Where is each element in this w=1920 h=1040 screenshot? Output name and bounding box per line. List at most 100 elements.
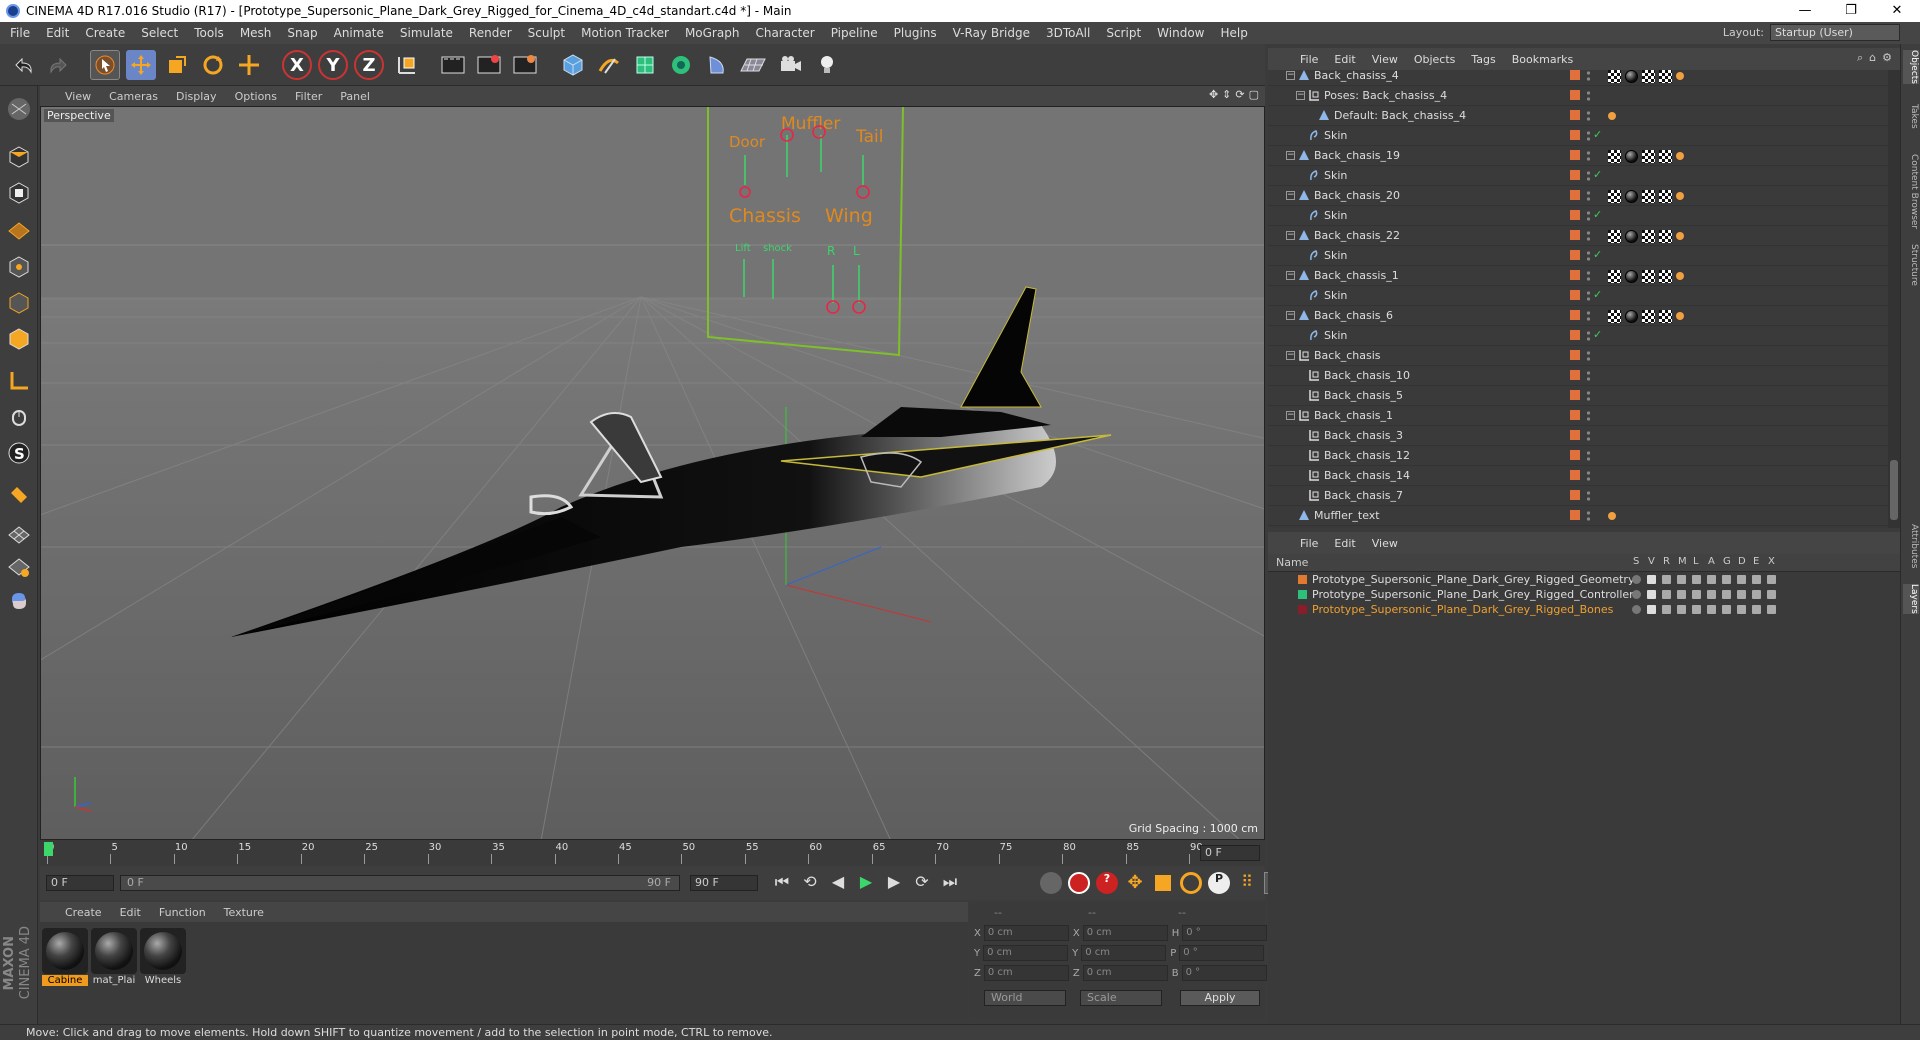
- object-menu-bookmarks[interactable]: Bookmarks: [1504, 53, 1581, 66]
- apply-button[interactable]: Apply: [1180, 990, 1260, 1006]
- object-row[interactable]: Muffler_text: [1268, 506, 1898, 526]
- enabled-check-icon[interactable]: ✓: [1593, 328, 1602, 341]
- record-position-icon[interactable]: [1040, 872, 1062, 894]
- texture-tag-icon[interactable]: [1642, 70, 1655, 83]
- layer-column-header[interactable]: L: [1693, 556, 1699, 567]
- enabled-check-icon[interactable]: ✓: [1593, 208, 1602, 221]
- layer-lock-icon[interactable]: [1692, 605, 1701, 614]
- play-icon[interactable]: ▶: [854, 872, 878, 894]
- scale-key-icon[interactable]: [1152, 872, 1174, 894]
- layer-solo-icon[interactable]: [1632, 590, 1641, 599]
- visibility-dots-icon[interactable]: [1586, 149, 1591, 163]
- layer-visible-icon[interactable]: [1647, 590, 1656, 599]
- layer-color-swatch[interactable]: [1570, 310, 1580, 320]
- visibility-dots-icon[interactable]: [1586, 169, 1591, 183]
- object-row[interactable]: − Back_chasiss_4: [1268, 70, 1898, 86]
- magnet-button[interactable]: [4, 480, 34, 510]
- object-row[interactable]: − Back_chassis_1: [1268, 266, 1898, 286]
- workplane-button[interactable]: [4, 214, 34, 244]
- x-axis-button[interactable]: X: [282, 50, 312, 80]
- points-mode-button[interactable]: [4, 252, 34, 282]
- object-row[interactable]: Skin ✓: [1268, 126, 1898, 146]
- visibility-dots-icon[interactable]: [1586, 289, 1591, 303]
- camera-button[interactable]: [776, 50, 806, 80]
- control-label-shock[interactable]: shock: [763, 243, 792, 254]
- previous-frame-icon[interactable]: ◀: [826, 872, 850, 894]
- object-row[interactable]: − Back_chasis_22: [1268, 226, 1898, 246]
- viewport-menu-panel[interactable]: Panel: [331, 90, 379, 103]
- layout-dropdown[interactable]: Startup (User): [1770, 24, 1900, 41]
- layer-column-header[interactable]: A: [1708, 556, 1715, 567]
- object-row[interactable]: − Back_chasis_20: [1268, 186, 1898, 206]
- layer-color-swatch[interactable]: [1570, 190, 1580, 200]
- current-frame-field[interactable]: 0 F: [1200, 845, 1260, 861]
- layer-animation-icon[interactable]: [1707, 590, 1716, 599]
- layer-color-swatch[interactable]: [1570, 390, 1580, 400]
- coord-value-field[interactable]: 0 cm: [983, 925, 1069, 941]
- texture-tag-icon[interactable]: [1608, 70, 1621, 83]
- frame-range-slider[interactable]: 0 F 90 F: [120, 875, 680, 891]
- point-level-animation-icon[interactable]: ⠿: [1236, 872, 1258, 894]
- control-label-chassis[interactable]: Chassis: [729, 205, 801, 227]
- layer-expressions-icon[interactable]: [1752, 605, 1761, 614]
- layer-color-swatch[interactable]: [1570, 70, 1580, 80]
- axis-mode-button[interactable]: [4, 366, 34, 396]
- layer-color-swatch[interactable]: [1570, 270, 1580, 280]
- object-row[interactable]: Skin ✓: [1268, 206, 1898, 226]
- layer-color-swatch[interactable]: [1570, 430, 1580, 440]
- layer-column-header[interactable]: R: [1663, 556, 1670, 567]
- side-tab-attributes[interactable]: Attributes: [1903, 524, 1919, 568]
- texture-tag-icon[interactable]: [1659, 149, 1672, 163]
- texture-tag-icon[interactable]: [1642, 189, 1655, 203]
- texture-tag-icon[interactable]: [1608, 309, 1621, 323]
- object-row[interactable]: Skin ✓: [1268, 286, 1898, 306]
- home-icon[interactable]: ⌂: [1869, 51, 1876, 65]
- layer-animation-icon[interactable]: [1707, 605, 1716, 614]
- layer-menu-view[interactable]: View: [1364, 537, 1406, 550]
- viewport-menu-view[interactable]: View: [56, 90, 100, 103]
- pan-view-icon[interactable]: ✥: [1209, 88, 1218, 101]
- menu-mograph[interactable]: MoGraph: [677, 26, 748, 40]
- layer-render-icon[interactable]: [1662, 605, 1671, 614]
- texture-tag-icon[interactable]: [1659, 229, 1672, 243]
- minimize-button[interactable]: —: [1782, 0, 1828, 22]
- layer-render-icon[interactable]: [1662, 575, 1671, 584]
- material-wheels[interactable]: Wheels: [140, 928, 186, 986]
- layer-color-swatch[interactable]: [1298, 605, 1307, 614]
- coord-value-field[interactable]: 0 °: [1181, 965, 1267, 981]
- control-label-r[interactable]: R: [827, 244, 835, 258]
- collapse-toggle-icon[interactable]: −: [1286, 311, 1295, 320]
- start-frame-field[interactable]: 0 F: [46, 875, 114, 891]
- menu-create[interactable]: Create: [77, 26, 133, 40]
- texture-tag-icon[interactable]: [1659, 269, 1672, 283]
- layer-color-swatch[interactable]: [1570, 230, 1580, 240]
- next-keyframe-icon[interactable]: ⟳: [910, 872, 934, 894]
- move-add-tool-button[interactable]: [234, 50, 264, 80]
- texture-tag-icon[interactable]: [1608, 189, 1621, 203]
- weight-tag-icon[interactable]: [1676, 272, 1684, 280]
- layer-visible-icon[interactable]: [1647, 605, 1656, 614]
- record-active-objects-icon[interactable]: [1068, 872, 1090, 894]
- deformer-button[interactable]: [702, 50, 732, 80]
- layer-generators-icon[interactable]: [1722, 590, 1731, 599]
- material-menu-texture[interactable]: Texture: [215, 906, 273, 919]
- go-to-end-icon[interactable]: ⏭: [938, 872, 962, 894]
- control-label-lift[interactable]: Lift: [735, 243, 751, 254]
- menu-render[interactable]: Render: [461, 26, 520, 40]
- subdivision-button[interactable]: [630, 50, 660, 80]
- coord-value-field[interactable]: 0 cm: [1081, 945, 1167, 961]
- layer-lock-icon[interactable]: [1692, 590, 1701, 599]
- timeline-playhead[interactable]: [44, 842, 53, 856]
- weight-tag-icon[interactable]: [1676, 312, 1684, 320]
- timeline-ruler[interactable]: 051015202530354045505560657075808590 0 F: [40, 840, 1265, 866]
- layer-menu-file[interactable]: File: [1292, 537, 1326, 550]
- visibility-dots-icon[interactable]: [1586, 429, 1591, 443]
- layer-manager-icon[interactable]: [1677, 590, 1686, 599]
- material-mat-plai[interactable]: mat_Plai: [91, 928, 137, 986]
- visibility-dots-icon[interactable]: [1586, 349, 1591, 363]
- visibility-dots-icon[interactable]: [1586, 209, 1591, 223]
- viewport-menu-options[interactable]: Options: [226, 90, 286, 103]
- viewport-menu-filter[interactable]: Filter: [286, 90, 331, 103]
- visibility-dots-icon[interactable]: [1586, 109, 1591, 123]
- object-manager-scrollbar[interactable]: [1888, 70, 1900, 528]
